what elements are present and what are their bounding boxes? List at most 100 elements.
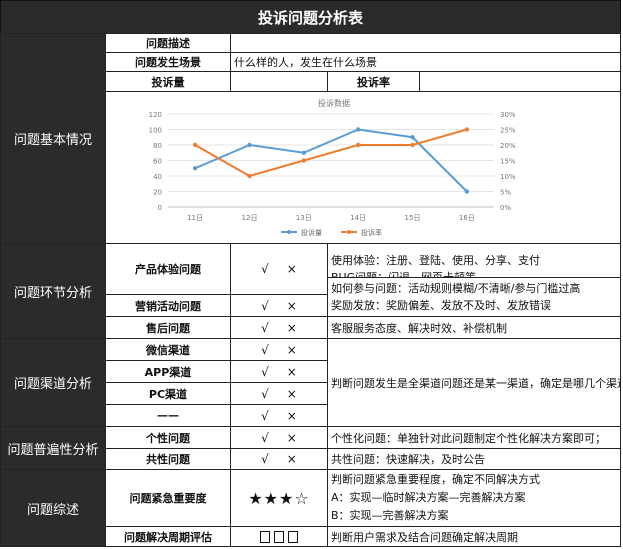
generality-marks-individual[interactable]: √ × bbox=[230, 426, 328, 449]
complaint-line-chart: 投诉数据 0 20 40 60 80 100 120 0% 5% 10% 15% 20% 25% 30%… bbox=[149, 98, 516, 237]
channel-label-pc: PC渠道 bbox=[105, 382, 231, 405]
y-left-tick-label: 80 bbox=[153, 142, 162, 150]
generality-label-common: 共性问题 bbox=[105, 448, 231, 470]
rate-value[interactable] bbox=[419, 71, 621, 92]
check-icon[interactable]: √ bbox=[261, 387, 269, 401]
y-left-tick-label: 20 bbox=[153, 189, 162, 197]
volume-value[interactable] bbox=[230, 71, 328, 92]
stage-marks-product[interactable]: √ × bbox=[230, 243, 328, 295]
data-point bbox=[301, 150, 307, 155]
data-point bbox=[355, 127, 361, 132]
note-line: B：实现—完善解决方案 bbox=[331, 509, 449, 522]
cross-icon[interactable]: × bbox=[287, 387, 297, 401]
check-icon[interactable]: √ bbox=[261, 365, 269, 379]
scene-label: 问题发生场景 bbox=[105, 52, 231, 72]
check-icon[interactable]: √ bbox=[261, 299, 269, 313]
channel-label-app: APP渠道 bbox=[105, 360, 231, 383]
generality-note-common: 共性问题：快速解决，及时公告 bbox=[327, 448, 621, 470]
data-point bbox=[301, 158, 307, 163]
stage-label-marketing: 营销活动问题 bbox=[105, 294, 231, 317]
cycle-checkboxes[interactable] bbox=[260, 530, 298, 543]
desc-label: 问题描述 bbox=[105, 33, 231, 53]
stage-marks-marketing[interactable]: √ × bbox=[230, 294, 328, 317]
check-icon[interactable]: √ bbox=[261, 321, 269, 335]
channel-marks-wechat[interactable]: √ × bbox=[230, 338, 328, 361]
stage-label-product: 产品体验问题 bbox=[105, 243, 231, 295]
section-generality: 问题普遍性分析 bbox=[0, 426, 106, 470]
x-tick-label: 16日 bbox=[459, 214, 475, 222]
channel-note: 判断问题发生是全渠道问题还是某一渠道，确定是哪几个渠道 bbox=[327, 338, 621, 427]
x-tick-label: 11日 bbox=[187, 214, 203, 222]
cross-icon[interactable]: × bbox=[287, 409, 297, 423]
generality-label-individual: 个性问题 bbox=[105, 426, 231, 449]
y-left-tick-label: 60 bbox=[153, 158, 162, 166]
checkbox-icon[interactable] bbox=[260, 530, 270, 543]
urgency-label: 问题紧急重要度 bbox=[105, 469, 231, 527]
channel-marks-other[interactable]: √ × bbox=[230, 404, 328, 427]
chart-cell: 投诉数据 0 20 40 60 80 100 120 0% 5% 10% 15% 20% 25% 30%… bbox=[105, 91, 621, 244]
x-tick-label: 15日 bbox=[405, 214, 421, 222]
y-right-tick-label: 15% bbox=[500, 158, 516, 166]
stage-marks-aftersales[interactable]: √ × bbox=[230, 316, 328, 339]
channel-label-wechat: 微信渠道 bbox=[105, 338, 231, 361]
x-tick-label: 12日 bbox=[242, 214, 258, 222]
channel-label-other: —— bbox=[105, 404, 231, 427]
cycle-note: 判断用户需求及结合问题确定解决周期 bbox=[327, 526, 621, 547]
desc-value[interactable] bbox=[230, 33, 621, 53]
check-icon[interactable]: √ bbox=[261, 343, 269, 357]
check-icon[interactable]: √ bbox=[261, 409, 269, 423]
chart-title: 投诉数据 bbox=[318, 98, 350, 108]
cross-icon[interactable]: × bbox=[287, 262, 297, 276]
cross-icon[interactable]: × bbox=[287, 365, 297, 379]
checkbox-icon[interactable] bbox=[274, 530, 284, 543]
urgency-notes: 判断问题紧急重要程度，确定不同解决方式 A：实现—临时解决方案—完善解决方案 B… bbox=[327, 469, 621, 527]
legend-label: 投诉量 bbox=[301, 228, 322, 237]
y-right-tick-label: 25% bbox=[500, 127, 516, 135]
generality-note-individual: 个性化问题：单独针对此问题制定个性化解决方案即可； bbox=[327, 426, 621, 449]
section-basic: 问题基本情况 bbox=[0, 33, 106, 244]
y-left-tick-label: 40 bbox=[153, 173, 162, 181]
y-left-axis: 0 20 40 60 80 100 120 bbox=[149, 111, 162, 212]
generality-marks-common[interactable]: √ × bbox=[230, 448, 328, 470]
legend-marker bbox=[287, 230, 291, 234]
data-point bbox=[410, 135, 415, 140]
y-left-tick-label: 120 bbox=[149, 111, 162, 119]
y-right-tick-label: 30% bbox=[500, 111, 516, 119]
x-tick-label: 13日 bbox=[296, 214, 312, 222]
x-tick-label: 14日 bbox=[350, 214, 366, 222]
legend-marker bbox=[347, 230, 351, 234]
section-summary: 问题综述 bbox=[0, 469, 106, 547]
cross-icon[interactable]: × bbox=[287, 299, 297, 313]
note-line: 使用体验：注册、登陆、使用、分享、支付 bbox=[331, 254, 540, 267]
cross-icon[interactable]: × bbox=[287, 343, 297, 357]
stage-label-aftersales: 售后问题 bbox=[105, 316, 231, 339]
data-point bbox=[192, 142, 198, 148]
cross-icon[interactable]: × bbox=[287, 321, 297, 335]
data-point bbox=[192, 166, 198, 171]
cycle-label: 问题解决周期评估 bbox=[105, 526, 231, 547]
check-icon[interactable]: √ bbox=[261, 452, 269, 466]
note-line: 如何参与问题：活动规则模糊/不清晰/参与门槛过高 bbox=[331, 282, 581, 295]
channel-marks-pc[interactable]: √ × bbox=[230, 382, 328, 405]
y-right-tick-label: 5% bbox=[500, 189, 511, 197]
y-left-tick-label: 0 bbox=[158, 204, 162, 212]
stage-notes-marketing: 如何参与问题：活动规则模糊/不清晰/参与门槛过高 奖励发放：奖励偏差、发放不及时… bbox=[327, 277, 621, 317]
channel-marks-app[interactable]: √ × bbox=[230, 360, 328, 383]
check-icon[interactable]: √ bbox=[261, 431, 269, 445]
y-right-tick-label: 10% bbox=[500, 173, 516, 181]
scene-value[interactable]: 什么样的人，发生在什么场景 bbox=[230, 52, 621, 72]
note-line: 奖励发放：奖励偏差、发放不及时、发放错误 bbox=[331, 299, 551, 312]
check-icon[interactable]: √ bbox=[261, 262, 269, 276]
cycle-rating[interactable] bbox=[230, 526, 328, 547]
urgency-stars-rating[interactable]: ★★★☆ bbox=[230, 469, 328, 527]
note-line: A：实现—临时解决方案—完善解决方案 bbox=[331, 491, 526, 504]
volume-label: 投诉量 bbox=[105, 71, 231, 92]
y-right-tick-label: 20% bbox=[500, 142, 516, 150]
data-point bbox=[247, 142, 252, 148]
cross-icon[interactable]: × bbox=[287, 452, 297, 466]
sheet-title: 投诉问题分析表 bbox=[0, 0, 621, 34]
data-point bbox=[464, 127, 470, 132]
series-line bbox=[194, 128, 468, 178]
checkbox-icon[interactable] bbox=[288, 530, 298, 543]
cross-icon[interactable]: × bbox=[287, 431, 297, 445]
